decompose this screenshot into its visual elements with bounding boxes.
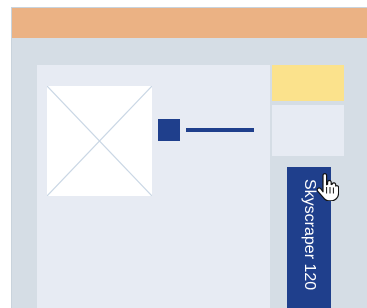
slider-track	[186, 128, 254, 132]
content-panel	[37, 65, 270, 308]
app-window: Skyscraper 120	[12, 8, 367, 308]
hand-pointer-cursor-icon	[315, 173, 339, 201]
image-placeholder-icon	[47, 86, 152, 196]
light-tile[interactable]	[272, 105, 344, 156]
yellow-tile[interactable]	[272, 65, 344, 101]
slider-control[interactable]	[158, 119, 254, 141]
slider-handle[interactable]	[158, 119, 180, 141]
title-bar	[12, 8, 367, 38]
